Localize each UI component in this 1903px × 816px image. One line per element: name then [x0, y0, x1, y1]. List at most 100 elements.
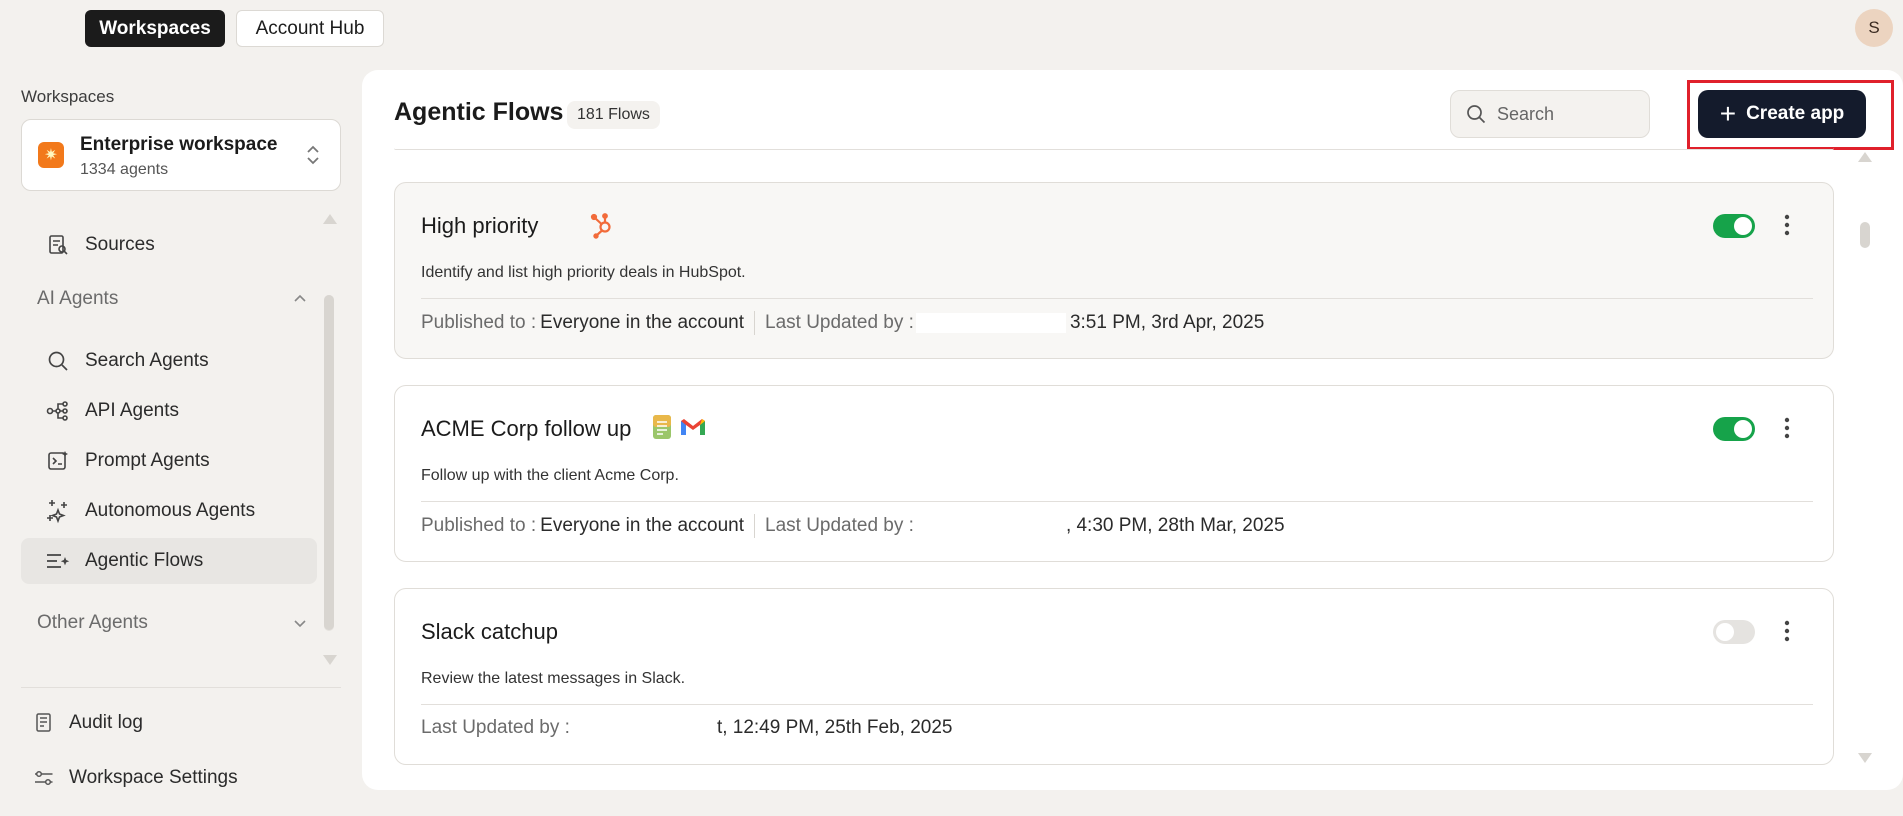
search-input[interactable]: [1497, 103, 1637, 125]
sidebar-item-label: Workspace Settings: [69, 767, 238, 788]
search-box[interactable]: [1450, 90, 1650, 138]
section-ai-agents-label: AI Agents: [37, 288, 119, 309]
avatar[interactable]: S: [1855, 9, 1893, 47]
flow-description: Identify and list high priority deals in…: [421, 264, 746, 281]
section-ai-agents[interactable]: AI Agents: [37, 288, 307, 310]
redacted-user: [571, 718, 717, 738]
chevron-up-icon: [294, 294, 306, 302]
card-divider: [421, 298, 1813, 299]
workspace-name: Enterprise workspace: [80, 134, 278, 155]
sidebar-item-search-agents[interactable]: Search Agents: [21, 338, 317, 384]
sidebar-item-label: Search Agents: [85, 350, 209, 371]
flow-card[interactable]: ACME Corp follow up Follow up with the c…: [394, 385, 1834, 562]
workspace-agent-count: 1334 agents: [80, 161, 169, 178]
previous-card-edge: [394, 148, 1834, 150]
sidebar-item-agentic-flows[interactable]: Agentic Flows: [21, 538, 317, 584]
updated-label: Last Updated by :: [765, 312, 914, 333]
create-app-label: Create app: [1746, 103, 1845, 124]
published-value: Everyone in the account: [540, 515, 744, 536]
flow-title: ACME Corp follow up: [421, 416, 632, 441]
flow-card[interactable]: High priority Identify and list high pri…: [394, 182, 1834, 359]
card-divider: [421, 501, 1813, 502]
workspace-selector[interactable]: ✷ Enterprise workspace 1334 agents: [21, 119, 341, 191]
main-panel: Agentic Flows 181 Flows + Create app Hig…: [362, 70, 1903, 790]
updated-label: Last Updated by :: [421, 717, 570, 738]
sun-icon: ✷: [38, 142, 64, 168]
flow-meta: Last Updated by : t, 12:49 PM, 25th Feb,…: [421, 717, 952, 739]
sidebar-scroll-thumb[interactable]: [324, 295, 334, 630]
scroll-up-arrow-icon[interactable]: [323, 214, 337, 224]
sidebar-item-label: Sources: [85, 234, 155, 255]
flows-icon: [45, 548, 71, 574]
sidebar: Workspaces ✷ Enterprise workspace 1334 a…: [0, 70, 355, 816]
published-value: Everyone in the account: [540, 312, 744, 333]
sidebar-item-autonomous-agents[interactable]: Autonomous Agents: [21, 488, 317, 534]
more-options-icon[interactable]: [1775, 616, 1799, 646]
chevron-down-icon: [294, 620, 306, 628]
flow-title: Slack catchup: [421, 619, 558, 644]
updated-value: t, 12:49 PM, 25th Feb, 2025: [716, 717, 953, 738]
section-other-agents[interactable]: Other Agents: [37, 612, 307, 634]
plus-icon: +: [1719, 98, 1737, 129]
chevron-up-down-icon: [307, 145, 319, 165]
updated-value: , 4:30 PM, 28th Mar, 2025: [1065, 515, 1285, 536]
sparkles-icon: [45, 498, 71, 524]
published-label: Published to :: [421, 312, 537, 333]
more-options-icon[interactable]: [1775, 210, 1799, 240]
sidebar-item-sources[interactable]: Sources: [21, 222, 317, 268]
flow-card[interactable]: Slack catchup Review the latest messages…: [394, 588, 1834, 765]
redacted-user: [915, 516, 1066, 536]
search-icon: [45, 348, 71, 374]
sources-doc-icon: [45, 232, 71, 258]
sidebar-divider: [21, 687, 341, 688]
flow-count-badge: 181 Flows: [567, 101, 660, 129]
search-icon: [1467, 105, 1486, 124]
main-scroll-thumb[interactable]: [1860, 222, 1870, 248]
flow-meta: Published to : Everyone in the account L…: [421, 311, 1264, 335]
sidebar-item-label: API Agents: [85, 400, 180, 421]
published-label: Published to :: [421, 515, 537, 536]
flow-integrations: [588, 211, 616, 239]
audit-log-icon: [31, 710, 57, 736]
meta-separator: [754, 311, 755, 335]
api-graph-icon: [45, 398, 71, 424]
meta-separator: [754, 514, 755, 538]
scroll-down-arrow-icon[interactable]: [1858, 753, 1872, 763]
updated-value: 3:51 PM, 3rd Apr, 2025: [1069, 312, 1265, 333]
redacted-user: [915, 313, 1066, 333]
section-other-agents-label: Other Agents: [37, 612, 148, 633]
card-divider: [421, 704, 1813, 705]
flow-enabled-toggle[interactable]: [1713, 214, 1755, 238]
prompt-icon: [45, 448, 71, 474]
top-bar: Workspaces Account Hub S: [0, 0, 1903, 58]
flow-integrations: [652, 414, 706, 440]
sidebar-scrollbar[interactable]: [324, 295, 334, 631]
tab-workspaces[interactable]: Workspaces: [85, 10, 225, 47]
sidebar-item-prompt-agents[interactable]: Prompt Agents: [21, 438, 317, 484]
scroll-up-arrow-icon[interactable]: [1858, 152, 1872, 162]
notes-icon: [653, 415, 671, 439]
flow-title: High priority: [421, 213, 539, 238]
scroll-down-arrow-icon[interactable]: [323, 655, 337, 665]
hubspot-icon: [590, 213, 611, 239]
sidebar-item-audit-log[interactable]: Audit log: [21, 700, 317, 746]
gmail-icon: [681, 419, 705, 435]
flow-enabled-toggle[interactable]: [1713, 620, 1755, 644]
sidebar-item-label: Prompt Agents: [85, 450, 210, 471]
sidebar-item-workspace-settings[interactable]: Workspace Settings: [21, 755, 317, 801]
page-title: Agentic Flows: [394, 98, 564, 126]
sidebar-item-label: Audit log: [69, 712, 143, 733]
flow-description: Review the latest messages in Slack.: [421, 670, 686, 687]
flow-meta: Published to : Everyone in the account L…: [421, 514, 1285, 538]
tab-account-hub[interactable]: Account Hub: [236, 10, 384, 47]
sidebar-item-label: Agentic Flows: [85, 550, 204, 571]
updated-label: Last Updated by :: [765, 515, 914, 536]
more-options-icon[interactable]: [1775, 413, 1799, 443]
flow-enabled-toggle[interactable]: [1713, 417, 1755, 441]
create-app-button[interactable]: + Create app: [1698, 90, 1866, 138]
sidebar-item-label: Autonomous Agents: [85, 500, 256, 521]
workspaces-heading: Workspaces: [21, 87, 115, 106]
sidebar-item-api-agents[interactable]: API Agents: [21, 388, 317, 434]
settings-sliders-icon: [31, 765, 57, 791]
flow-description: Follow up with the client Acme Corp.: [421, 467, 679, 484]
